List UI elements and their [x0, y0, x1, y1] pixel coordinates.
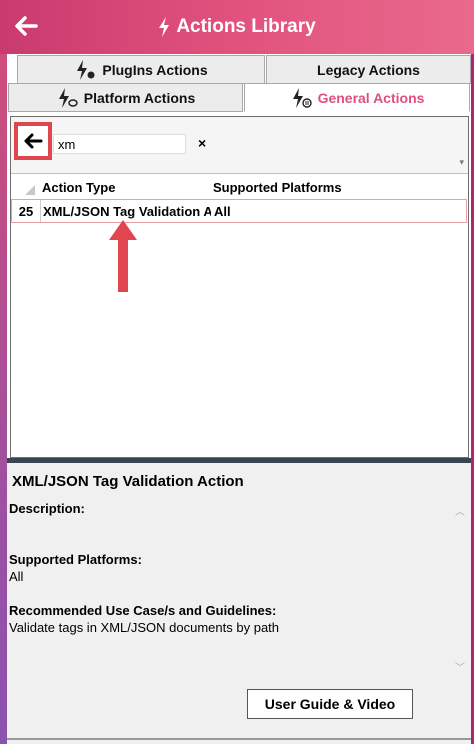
platform-bolt-icon	[58, 87, 78, 108]
red-arrow-up-icon	[109, 220, 137, 292]
search-back-button[interactable]	[14, 122, 52, 160]
tab-plugins-actions[interactable]: PlugIns Actions	[17, 55, 265, 84]
tabs-area: PlugIns Actions Legacy Actions Platform …	[7, 54, 471, 116]
app-header: Actions Library	[0, 0, 474, 54]
details-title: XML/JSON Tag Validation Action	[12, 473, 244, 490]
platforms-value: All	[9, 569, 24, 584]
tab-general-actions[interactable]: General Actions	[244, 83, 470, 112]
column-header-platforms[interactable]: Supported Platforms	[213, 180, 342, 195]
select-all-corner[interactable]	[25, 185, 35, 195]
guidelines-value: Validate tags in XML/JSON documents by p…	[9, 620, 280, 635]
chevron-up-icon[interactable]: ︿	[455, 503, 465, 518]
actions-list-panel: × ▾ Action Type Supported Platforms 25 X…	[10, 116, 469, 458]
bolt-icon	[159, 17, 170, 37]
description-label: Description:	[9, 501, 85, 516]
bottom-border	[7, 738, 471, 740]
tab-label: General Actions	[317, 89, 425, 106]
platforms-label: Supported Platforms:	[9, 552, 142, 567]
tab-label: PlugIns Actions	[102, 61, 208, 78]
column-header-action-type[interactable]: Action Type	[42, 180, 115, 195]
chevron-down-icon[interactable]: ▾	[459, 157, 464, 168]
plugin-bolt-icon	[77, 59, 95, 80]
platforms-cell: All	[214, 204, 231, 219]
search-input[interactable]	[53, 134, 186, 154]
user-guide-button[interactable]: User Guide & Video	[247, 689, 413, 719]
search-bar: × ▾	[11, 117, 468, 174]
tab-legacy-actions[interactable]: Legacy Actions	[266, 55, 471, 84]
clear-search-button[interactable]: ×	[198, 135, 206, 151]
row-number: 25	[12, 200, 41, 222]
general-bolt-icon	[292, 87, 312, 108]
arrow-left-icon	[24, 133, 43, 149]
guidelines-label: Recommended Use Case/s and Guidelines:	[9, 603, 277, 618]
page-title: Actions Library	[176, 16, 316, 37]
tab-platform-actions[interactable]: Platform Actions	[8, 83, 243, 112]
table-row[interactable]: 25 XML/JSON Tag Validation Action All	[11, 199, 467, 223]
tab-label: Legacy Actions	[317, 61, 420, 78]
details-panel: XML/JSON Tag Validation Action Descripti…	[7, 463, 471, 744]
tab-label: Platform Actions	[83, 89, 196, 106]
left-accent-bar	[0, 54, 7, 744]
table-header: Action Type Supported Platforms	[11, 177, 468, 199]
chevron-down-icon[interactable]: ﹀	[455, 659, 465, 674]
